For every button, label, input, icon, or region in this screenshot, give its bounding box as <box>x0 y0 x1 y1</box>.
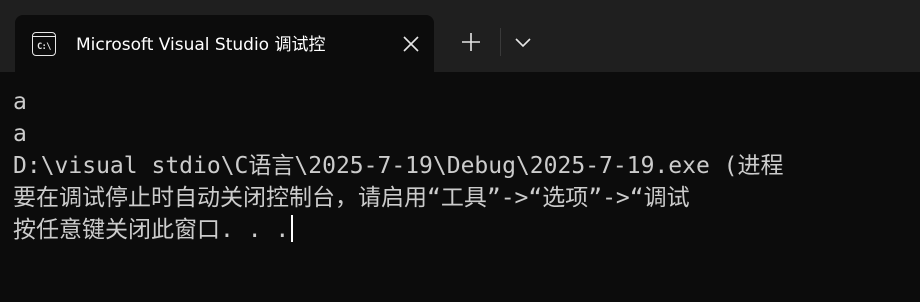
console-line: 按任意键关闭此窗口. . . <box>13 217 290 243</box>
close-tab-button[interactable] <box>401 34 421 54</box>
text-cursor <box>291 215 294 242</box>
console-line: a <box>13 89 27 115</box>
title-bar: C:\ Microsoft Visual Studio 调试控 <box>0 0 920 72</box>
plus-icon <box>462 33 480 51</box>
console-line: D:\visual stdio\C语言\2025-7-19\Debug\2025… <box>13 153 784 179</box>
chevron-down-icon <box>515 38 531 48</box>
console-line: 要在调试停止时自动关闭控制台，请启用“工具”->“选项”->“调试 <box>13 185 690 211</box>
tab-title: Microsoft Visual Studio 调试控 <box>76 35 326 55</box>
console-prompt-line: 按任意键关闭此窗口. . . <box>13 214 294 246</box>
tab-dropdown-button[interactable] <box>512 31 534 53</box>
terminal-window: C:\ Microsoft Visual Studio 调试控 a a D:\v… <box>0 0 920 302</box>
new-tab-button[interactable] <box>459 30 483 54</box>
close-icon <box>403 36 419 52</box>
console-line: a <box>13 121 27 147</box>
console-output[interactable]: a a D:\visual stdio\C语言\2025-7-19\Debug\… <box>0 72 920 302</box>
titlebar-divider <box>500 28 501 56</box>
console-icon: C:\ <box>32 32 56 56</box>
tab-console[interactable]: C:\ Microsoft Visual Studio 调试控 <box>15 15 434 72</box>
